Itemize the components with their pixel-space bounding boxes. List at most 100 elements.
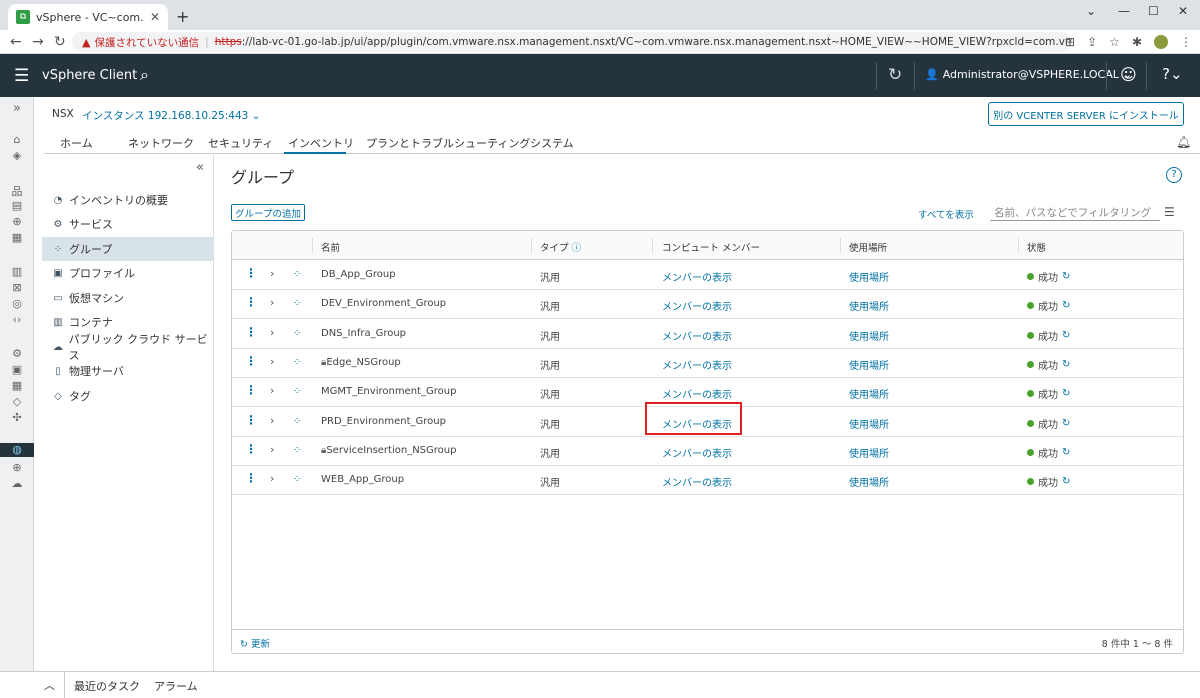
view-members-link[interactable]: メンバーの表示 [662,269,732,284]
back-icon[interactable]: ← [10,34,22,50]
sidenav-item-physical-servers[interactable]: ▯ 物理サーバ [42,359,214,383]
maximize-icon[interactable]: ☐ [1148,4,1159,18]
home-icon[interactable]: ⌂ [10,133,24,146]
chevron-right-icon[interactable]: › [270,384,274,397]
chevron-right-icon[interactable]: › [270,414,274,427]
add-plugin-icon[interactable]: ⊕ [10,461,24,474]
refresh-status-icon[interactable]: ↻ [1062,388,1070,399]
show-all-link[interactable]: すべてを表示 [918,207,974,221]
sidenav-item-tags[interactable]: ◇ タグ [42,384,214,408]
tab-plan-troubleshoot[interactable]: プランとトラブルシューティング [366,135,530,151]
minimize-icon[interactable]: — [1118,4,1130,18]
help-icon[interactable]: ? [1166,167,1182,183]
view-members-link[interactable]: メンバーの表示 [662,386,732,401]
extensions-icon[interactable]: ✱ [1132,35,1142,49]
cloud-icon[interactable]: ☁ [10,477,24,490]
share-icon[interactable]: ⇪ [1087,35,1097,49]
view-members-link[interactable]: メンバーの表示 [662,298,732,313]
collapse-sidenav-icon[interactable]: « [196,160,204,175]
refresh-status-icon[interactable]: ↻ [1062,359,1070,370]
url-field[interactable]: ▲ 保護されていない通信 | https ://lab-vc-01.go-lab… [72,32,1072,52]
sidenav-item-public-cloud[interactable]: ☁ パブリック クラウド サービス [42,333,214,362]
refresh-status-icon[interactable]: ↻ [1062,418,1070,429]
global-inventory-icon[interactable]: ◎ [10,297,24,310]
reload-icon[interactable]: ↻ [54,34,66,50]
info-icon[interactable]: ⓘ [572,243,582,254]
where-used-link[interactable]: 使用場所 [849,357,889,372]
chevron-up-icon[interactable]: ︿ [44,677,55,693]
column-header-type[interactable]: タイプ ⓘ [540,240,581,254]
sidenav-item-vms[interactable]: ▭ 仮想マシン [42,286,214,310]
workload-icon[interactable]: ⊠ [10,281,24,294]
bell-icon[interactable]: 🔔︎ [1176,135,1191,149]
chevron-right-icon[interactable]: › [270,267,274,280]
hamburger-menu-icon[interactable]: ☰ [14,66,29,86]
window-close-icon[interactable]: ✕ [1178,4,1188,18]
alarms-tab[interactable]: アラーム [154,678,198,694]
row-actions-icon[interactable]: ⋮ [245,471,257,485]
shortcuts-icon[interactable]: ◈ [10,149,24,162]
install-vcenter-button[interactable]: 別の VCENTER SERVER にインストール [988,102,1184,126]
chevron-down-icon[interactable]: ⌄ [1086,4,1096,18]
forward-icon[interactable]: → [32,34,44,50]
where-used-link[interactable]: 使用場所 [849,298,889,313]
row-actions-icon[interactable]: ⋮ [245,354,257,368]
where-used-link[interactable]: 使用場所 [849,386,889,401]
tab-inventory[interactable]: インベントリ [288,135,354,151]
view-members-link[interactable]: メンバーの表示 [662,474,732,489]
insecure-warning[interactable]: 保護されていない通信 [94,35,199,50]
tab-home[interactable]: ホーム [60,135,93,151]
sidenav-item-overview[interactable]: ◔ インベントリの概要 [42,188,214,212]
row-actions-icon[interactable]: ⋮ [245,413,257,427]
where-used-link[interactable]: 使用場所 [849,328,889,343]
row-actions-icon[interactable]: ⋮ [245,383,257,397]
row-actions-icon[interactable]: ⋮ [245,295,257,309]
code-icon[interactable]: ‹› [10,313,24,326]
column-header-status[interactable]: 状態 [1027,240,1046,254]
chevron-right-icon[interactable]: › [270,472,274,485]
search-icon[interactable]: ⌕ [140,65,149,85]
chevron-right-icon[interactable]: › [270,355,274,368]
new-tab-button[interactable]: + [176,7,189,26]
recent-tasks-tab[interactable]: 最近のタスク [74,678,140,694]
column-header-name[interactable]: 名前 [321,240,340,254]
sidenav-item-services[interactable]: ⚙ サービス [42,212,214,236]
tags-icon[interactable]: ◇ [10,395,24,408]
refresh-status-icon[interactable]: ↻ [1062,447,1070,458]
expand-rail-icon[interactable]: » [10,101,24,116]
add-group-button[interactable]: グループの追加 [231,204,305,221]
user-menu[interactable]: 👤 Administrator@VSPHERE.LOCAL ⌄ [925,68,1132,81]
vms-templates-icon[interactable]: ▤ [10,199,24,212]
refresh-status-icon[interactable]: ↻ [1062,271,1070,282]
sidenav-item-groups[interactable]: ⁘ グループ [42,237,214,261]
sidenav-item-profiles[interactable]: ▣ プロファイル [42,261,214,285]
row-actions-icon[interactable]: ⋮ [245,325,257,339]
tab-network[interactable]: ネットワーク [128,135,194,151]
profile-avatar[interactable] [1154,35,1168,49]
policies-icon[interactable]: ⚙ [10,347,24,360]
where-used-link[interactable]: 使用場所 [849,474,889,489]
column-header-where-used[interactable]: 使用場所 [849,240,887,254]
chevron-right-icon[interactable]: › [270,443,274,456]
filter-menu-icon[interactable]: ☰ [1164,205,1175,219]
chevron-right-icon[interactable]: › [270,296,274,309]
menu-icon[interactable]: ⋮ [1180,35,1192,49]
tab-security[interactable]: セキュリティ [208,135,273,151]
column-header-members[interactable]: コンピュート メンバー [662,240,760,254]
tasks-icon[interactable]: ▦ [10,379,24,392]
administration-icon[interactable]: ▣ [10,363,24,376]
where-used-link[interactable]: 使用場所 [849,445,889,460]
chevron-right-icon[interactable]: › [270,326,274,339]
content-libraries-icon[interactable]: ▥ [10,265,24,278]
refresh-status-icon[interactable]: ↻ [1062,330,1070,341]
nsx-icon[interactable]: ◍ [10,443,24,456]
lifecycle-icon[interactable]: ✣ [10,411,24,424]
hosts-clusters-icon[interactable]: 品 [10,183,24,199]
browser-tab[interactable]: ⧉ vSphere - VC~com.vmware.nsx.m ✕ [8,4,168,30]
row-actions-icon[interactable]: ⋮ [245,266,257,280]
filter-input[interactable]: 名前、パスなどでフィルタリング [990,203,1160,221]
star-icon[interactable]: ☆ [1109,35,1120,49]
instance-selector[interactable]: インスタンス 192.168.10.25:443 ⌄ [82,108,260,123]
where-used-link[interactable]: 使用場所 [849,416,889,431]
feedback-smiley-icon[interactable]: ☺ [1120,65,1137,84]
